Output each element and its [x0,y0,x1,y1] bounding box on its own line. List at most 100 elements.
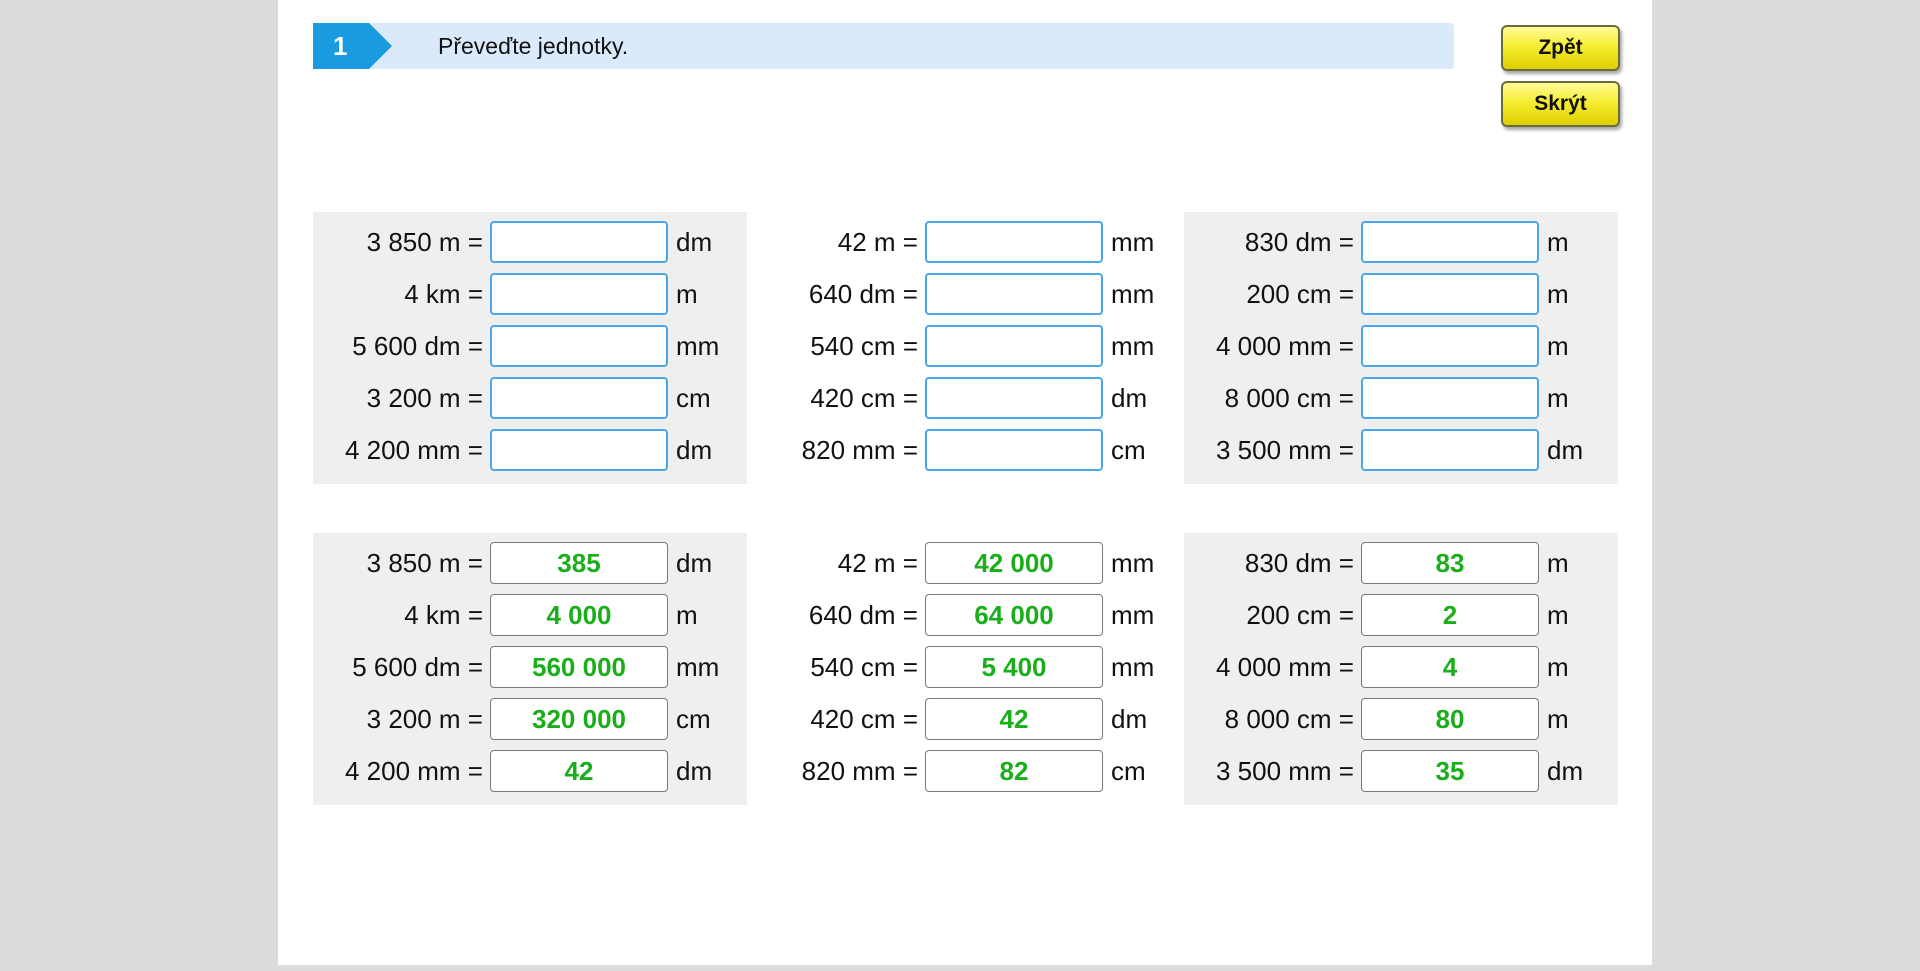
conversion-row: 540 cm = mm [748,325,1182,367]
target-unit: dm [1547,435,1584,465]
target-unit: cm [1111,756,1146,786]
conversion-row: 42 m = 42 000 mm [748,542,1182,584]
correct-answer: 35 [1361,750,1539,792]
conversion-expression: 4 000 mm = [1215,652,1354,682]
conversion-row: 830 dm = m [1184,221,1618,263]
conversion-row: 200 cm = 2 m [1184,594,1618,636]
target-unit: dm [676,227,713,257]
conversion-row: 3 500 mm = 35 dm [1184,750,1618,792]
target-unit: m [1547,652,1569,682]
target-unit: m [1547,548,1569,578]
conversion-row: 42 m = mm [748,221,1182,263]
conversion-expression: 5 600 dm = [352,652,483,682]
target-unit: m [1547,331,1569,361]
conversion-row: 8 000 cm = m [1184,377,1618,419]
target-unit: m [676,279,698,309]
target-unit: dm [1111,704,1148,734]
conversion-expression: 420 cm = [810,704,918,734]
conversion-row: 200 cm = m [1184,273,1618,315]
conversion-row: 8 000 cm = 80 m [1184,698,1618,740]
correct-answer: 82 [925,750,1103,792]
target-unit: m [1547,227,1569,257]
task-number-badge: 1 [313,23,392,69]
conversion-row: 4 000 mm = 4 m [1184,646,1618,688]
task-panel-2: 42 m = mm 640 dm = mm 540 cm = mm 420 cm = dm 82… [748,212,1182,484]
back-button[interactable]: Zpět [1501,25,1620,71]
conversion-row: 5 600 dm = 560 000 mm [313,646,747,688]
answer-input[interactable] [1361,377,1539,419]
target-unit: mm [1111,279,1155,309]
conversion-expression: 830 dm = [1244,227,1354,257]
target-unit: m [1547,279,1569,309]
conversion-row: 3 850 m = 385 dm [313,542,747,584]
solution-panel-3: 830 dm = 83 m 200 cm = 2 m 4 000 mm = 4 m 8 000 c… [1184,533,1618,805]
answer-input[interactable] [925,221,1103,263]
answer-input[interactable] [925,273,1103,315]
conversion-expression: 3 500 mm = [1215,435,1354,465]
conversion-row: 5 600 dm = mm [313,325,747,367]
task-panel-3: 830 dm = m 200 cm = m 4 000 mm = m 8 000 cm = m… [1184,212,1618,484]
answer-input[interactable] [925,377,1103,419]
answer-input[interactable] [1361,273,1539,315]
task-instruction: Převeďte jednotky. [438,33,629,59]
correct-answer: 80 [1361,698,1539,740]
answer-input[interactable] [1361,429,1539,471]
conversion-expression: 5 600 dm = [352,331,483,361]
conversion-row: 3 500 mm = dm [1184,429,1618,471]
correct-answer: 385 [490,542,668,584]
target-unit: cm [1111,435,1146,465]
answer-input[interactable] [925,429,1103,471]
solution-panel-1: 3 850 m = 385 dm 4 km = 4 000 m 5 600 dm = 560 … [313,533,747,805]
conversion-row: 830 dm = 83 m [1184,542,1618,584]
correct-answer: 83 [1361,542,1539,584]
conversion-expression: 200 cm = [1246,600,1354,630]
target-unit: cm [676,704,711,734]
answer-input[interactable] [490,221,668,263]
answer-input[interactable] [490,429,668,471]
conversion-row: 4 km = m [313,273,747,315]
target-unit: cm [676,383,711,413]
conversion-row: 4 km = 4 000 m [313,594,747,636]
conversion-row: 3 200 m = cm [313,377,747,419]
target-unit: dm [676,548,713,578]
target-unit: mm [1111,652,1155,682]
target-unit: dm [676,756,713,786]
conversion-row: 420 cm = dm [748,377,1182,419]
conversion-row: 640 dm = 64 000 mm [748,594,1182,636]
target-unit: dm [1547,756,1584,786]
conversion-expression: 8 000 cm = [1224,704,1354,734]
target-unit: m [676,600,698,630]
conversion-expression: 4 200 mm = [344,756,483,786]
target-unit: mm [1111,548,1155,578]
answer-input[interactable] [490,377,668,419]
conversion-row: 420 cm = 42 dm [748,698,1182,740]
conversion-expression: 3 200 m = [366,383,483,413]
target-unit: mm [676,331,720,361]
conversion-row: 640 dm = mm [748,273,1182,315]
conversion-row: 4 200 mm = dm [313,429,747,471]
answer-input[interactable] [490,273,668,315]
conversion-expression: 820 mm = [801,435,918,465]
conversion-expression: 3 850 m = [366,548,483,578]
answer-input[interactable] [1361,221,1539,263]
conversion-row: 3 850 m = dm [313,221,747,263]
target-unit: mm [676,652,720,682]
correct-answer: 2 [1361,594,1539,636]
answer-input[interactable] [490,325,668,367]
solution-panel-2: 42 m = 42 000 mm 640 dm = 64 000 mm 540 cm = 5 … [748,533,1182,805]
conversion-expression: 3 200 m = [366,704,483,734]
correct-answer: 42 000 [925,542,1103,584]
conversion-expression: 540 cm = [810,652,918,682]
worksheet-page: 1 Převeďte jednotky. Zpět Skrýt 3 850 m … [278,0,1652,965]
target-unit: m [1547,383,1569,413]
correct-answer: 42 [490,750,668,792]
answer-input[interactable] [1361,325,1539,367]
conversion-row: 820 mm = 82 cm [748,750,1182,792]
conversion-expression: 830 dm = [1244,548,1354,578]
conversion-row: 540 cm = 5 400 mm [748,646,1182,688]
answer-input[interactable] [925,325,1103,367]
target-unit: mm [1111,600,1155,630]
conversion-expression: 200 cm = [1246,279,1354,309]
task-header: 1 Převeďte jednotky. [313,23,1454,69]
hide-button[interactable]: Skrýt [1501,81,1620,127]
